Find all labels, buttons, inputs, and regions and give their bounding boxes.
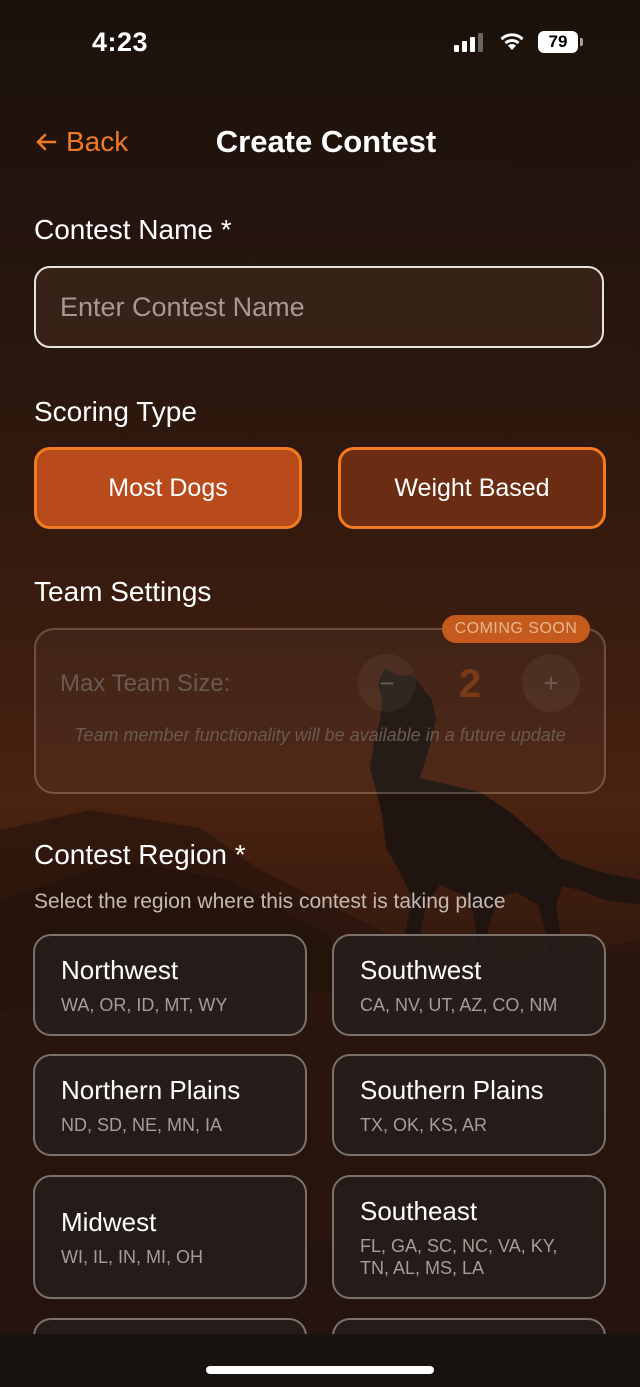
region-name: Midwest <box>61 1206 157 1237</box>
team-size-decrement-button[interactable]: − <box>358 654 416 712</box>
region-card-southwest[interactable]: Southwest CA, NV, UT, AZ, CO, NM <box>332 934 606 1036</box>
bottom-safe-area <box>0 1334 640 1387</box>
region-name: Northern Plains <box>61 1074 241 1105</box>
region-card-southeast[interactable]: Southeast FL, GA, SC, NC, VA, KY, TN, AL… <box>332 1175 606 1299</box>
region-card-northwest[interactable]: Northwest WA, OR, ID, MT, WY <box>33 934 307 1036</box>
region-name: Southeast <box>360 1195 478 1226</box>
cellular-signal-icon <box>454 32 483 52</box>
region-name: Southwest <box>360 954 482 985</box>
team-settings-label: Team Settings <box>34 576 212 607</box>
region-states: TX, OK, KS, AR <box>360 1114 488 1135</box>
battery-cap <box>580 38 583 46</box>
region-name: Northwest <box>61 954 179 985</box>
create-contest-screen: 4:23 79 Back Create Contest Contest Name… <box>0 0 640 1387</box>
region-states: FL, GA, SC, NC, VA, KY, TN, AL, MS, LA <box>360 1235 558 1278</box>
contest-region-label: Contest Region * <box>34 839 246 870</box>
region-states: WA, OR, ID, MT, WY <box>61 994 228 1015</box>
home-indicator[interactable] <box>206 1366 434 1374</box>
wifi-icon <box>500 33 524 50</box>
battery-icon: 79 <box>538 31 578 53</box>
region-states: ND, SD, NE, MN, IA <box>61 1114 223 1135</box>
region-card-southern-plains[interactable]: Southern Plains TX, OK, KS, AR <box>332 1054 606 1156</box>
team-settings-card <box>34 628 606 794</box>
scoring-weight-based-button[interactable]: Weight Based <box>338 447 606 529</box>
contest-name-label: Contest Name * <box>34 214 232 245</box>
region-name: Southern Plains <box>360 1074 544 1105</box>
region-card-midwest[interactable]: Midwest WI, IL, IN, MI, OH <box>33 1175 307 1299</box>
team-size-increment-button[interactable]: + <box>522 654 580 712</box>
region-states: CA, NV, UT, AZ, CO, NM <box>360 994 558 1015</box>
contest-name-input[interactable] <box>36 268 602 346</box>
contest-region-subtitle: Select the region where this contest is … <box>34 890 506 913</box>
team-feature-note: Team member functionality will be availa… <box>74 725 566 745</box>
scoring-most-dogs-button[interactable]: Most Dogs <box>34 447 302 529</box>
coming-soon-badge: COMING SOON <box>442 615 590 643</box>
region-states: WI, IL, IN, MI, OH <box>61 1246 204 1267</box>
contest-name-field <box>34 266 604 348</box>
team-size-value: 2 <box>458 662 482 706</box>
status-time: 4:23 <box>92 27 149 57</box>
scoring-type-label: Scoring Type <box>34 396 197 427</box>
max-team-size-label: Max Team Size: <box>60 670 231 697</box>
region-card-northern-plains[interactable]: Northern Plains ND, SD, NE, MN, IA <box>33 1054 307 1156</box>
page-title: Create Contest <box>215 124 437 159</box>
